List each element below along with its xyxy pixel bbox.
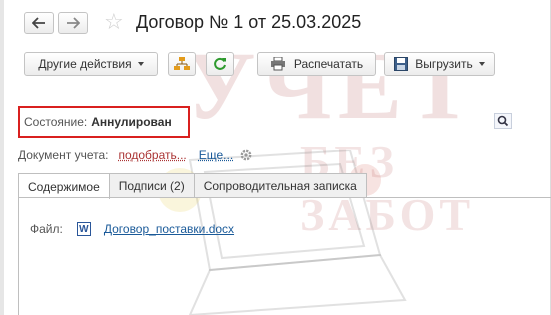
accounting-document-row: Документ учета: подобрать... Еще... — [18, 148, 253, 162]
state-field: Состояние: Аннулирован — [18, 106, 190, 138]
file-link[interactable]: Договор_поставки.docx — [104, 222, 234, 236]
watermark-line-1: УЧЕТ — [185, 32, 478, 139]
tab-content[interactable]: Содержимое — [18, 173, 110, 199]
print-button[interactable]: Распечатать — [257, 52, 376, 76]
other-actions-label: Другие действия — [38, 57, 132, 71]
more-link[interactable]: Еще... — [199, 148, 233, 162]
printer-icon — [270, 57, 285, 71]
back-button[interactable] — [24, 12, 54, 34]
tab-cover-note[interactable]: Сопроводительная записка — [193, 173, 367, 198]
tab-signatures[interactable]: Подписи (2) — [108, 173, 195, 198]
other-actions-button[interactable]: Другие действия — [24, 52, 158, 76]
state-value: Аннулирован — [91, 115, 172, 129]
search-button[interactable] — [494, 113, 512, 129]
export-button[interactable]: Выгрузить — [384, 52, 495, 76]
gear-icon[interactable] — [239, 148, 253, 162]
tab-strip: Содержимое Подписи (2) Сопроводительная … — [18, 173, 367, 199]
chevron-down-icon — [478, 62, 485, 66]
forward-button[interactable] — [58, 12, 88, 34]
refresh-button[interactable] — [206, 52, 234, 76]
structure-icon — [174, 57, 190, 70]
pick-link[interactable]: подобрать... — [118, 148, 186, 162]
word-icon: W — [76, 222, 91, 236]
search-icon — [494, 113, 512, 129]
refresh-icon — [214, 57, 226, 70]
structure-button[interactable] — [168, 52, 196, 76]
print-label: Распечатать — [293, 57, 364, 71]
left-frame-border — [0, 0, 4, 315]
file-row: Файл: W Договор_поставки.docx — [30, 222, 234, 236]
page-title: Договор № 1 от 25.03.2025 — [136, 12, 362, 32]
tab-panel — [18, 197, 551, 315]
forward-arrow-icon — [67, 17, 80, 29]
export-label: Выгрузить — [415, 57, 473, 71]
accounting-document-label: Документ учета: — [18, 148, 109, 162]
state-label: Состояние: — [24, 115, 88, 129]
back-arrow-icon — [32, 17, 45, 29]
chevron-down-icon — [137, 62, 144, 66]
floppy-disk-icon — [394, 57, 409, 71]
star-icon[interactable]: ☆ — [104, 10, 124, 34]
file-label: Файл: — [30, 222, 63, 236]
